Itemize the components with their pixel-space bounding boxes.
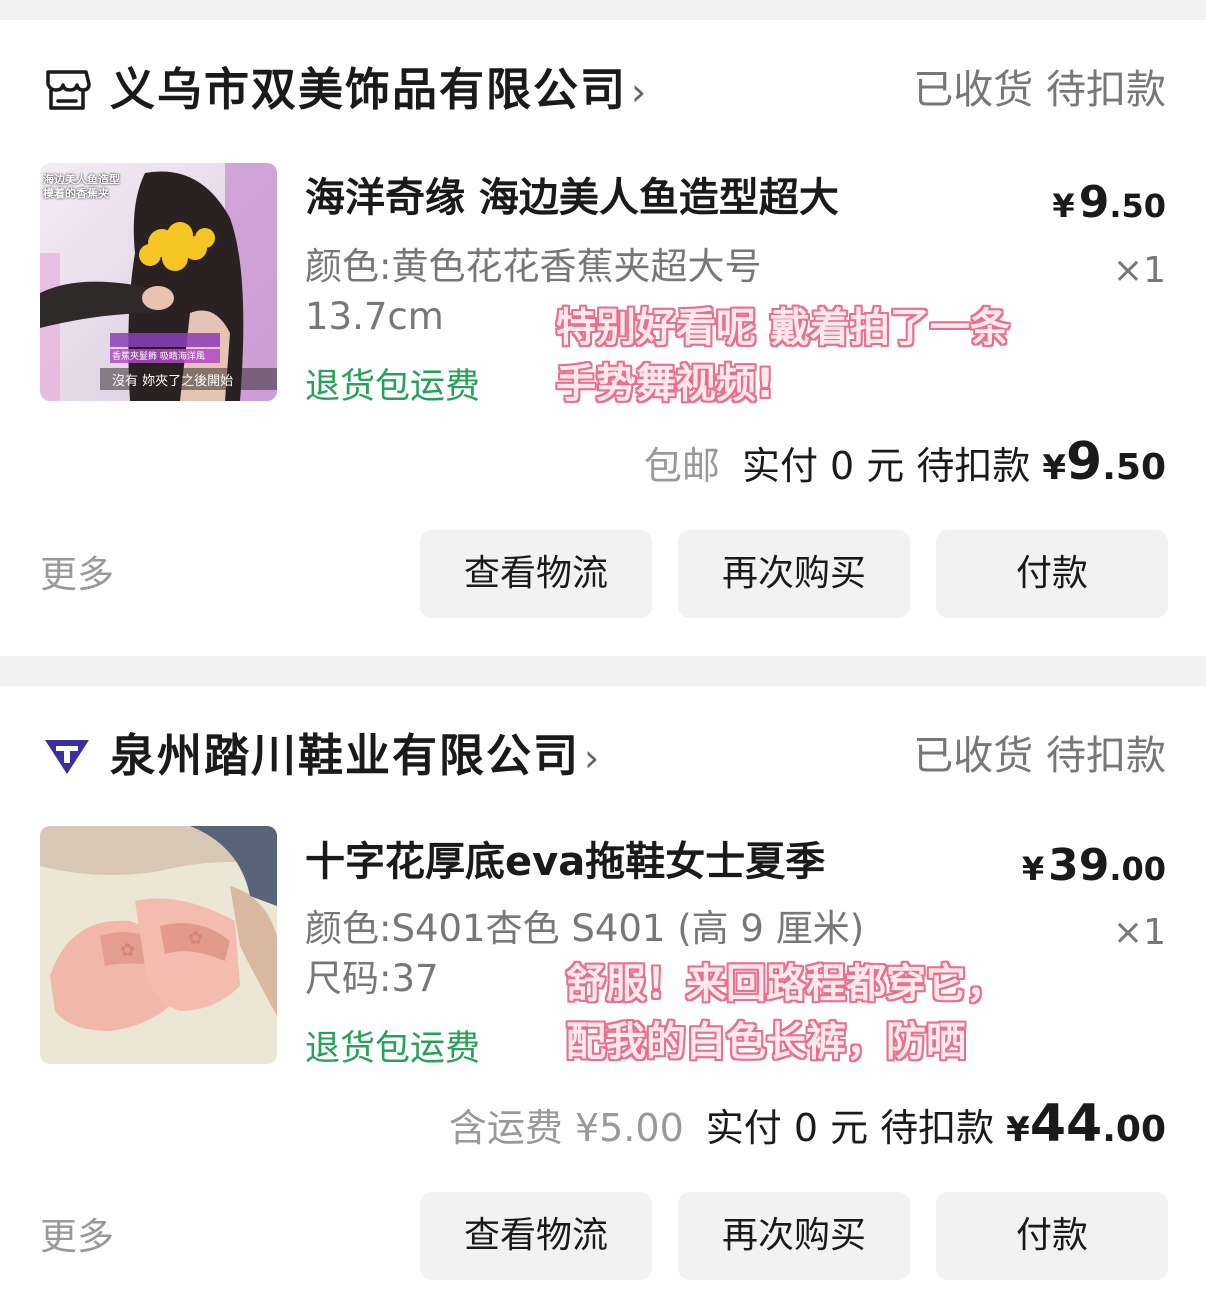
svg-text:✿: ✿ <box>188 928 203 949</box>
quantity: ×1 <box>1112 912 1166 953</box>
view-logistics-button[interactable]: 查看物流 <box>420 530 652 618</box>
order-status: 已收货 待扣款 <box>913 733 1166 779</box>
more-link[interactable]: 更多 <box>40 550 114 600</box>
view-logistics-button[interactable]: 查看物流 <box>420 1192 652 1280</box>
pay-button[interactable]: 付款 <box>936 530 1168 618</box>
annotation-text: 配我的白色长裤，防晒 <box>566 1019 966 1065</box>
product-image[interactable]: 海边美人鱼造型 模着的香蕉夹 香蕉夾髮飾 吸睛海洋風 沒有 妳夾了之後開始 <box>40 163 277 401</box>
more-link[interactable]: 更多 <box>40 1212 114 1262</box>
product-spec: 尺码:37 <box>305 957 439 1000</box>
svg-text:✿: ✿ <box>120 940 135 961</box>
thumb-caption: 模着的香蕉夹 <box>43 187 109 200</box>
buy-again-button[interactable]: 再次购买 <box>678 530 910 618</box>
shipping-note: 含运费 ¥5.00 <box>448 1106 684 1150</box>
shop-name-link[interactable]: 泉州踏川鞋业有限公司 › <box>110 728 601 786</box>
quantity: ×1 <box>1112 250 1166 291</box>
unit-price: ¥9.50 <box>1052 177 1166 228</box>
shipping-note: 包邮 <box>643 444 720 488</box>
chevron-right-icon: › <box>631 70 649 114</box>
brand-logo-icon[interactable] <box>42 730 92 780</box>
buy-again-button[interactable]: 再次购买 <box>678 1192 910 1280</box>
product-title[interactable]: 海洋奇缘 海边美人鱼造型超大 <box>305 170 839 226</box>
thumb-caption: 香蕉夾髮飾 吸睛海洋風 <box>112 352 205 362</box>
thumb-caption: 海边美人鱼造型 <box>43 173 120 186</box>
refund-tag: 退货包运费 <box>305 367 481 407</box>
shop-name-link[interactable]: 义乌市双美饰品有限公司 › <box>110 62 648 120</box>
unit-price: ¥39.00 <box>1021 840 1166 891</box>
product-title[interactable]: 十字花厚底eva拖鞋女士夏季 <box>305 834 825 890</box>
product-image[interactable]: ✿ ✿ <box>40 826 277 1064</box>
store-icon[interactable] <box>42 64 92 114</box>
product-spec: 颜色:黄色花花香蕉夹超大号 <box>305 245 762 288</box>
order-total: 含运费 ¥5.00 实付 0 元 待扣款 ¥44.00 <box>448 1094 1166 1154</box>
refund-tag: 退货包运费 <box>305 1029 481 1069</box>
annotation-text: 手势舞视频! <box>556 361 775 407</box>
order-card: 义乌市双美饰品有限公司 › 已收货 待扣款 海边美人鱼造型 模着的香蕉夹 香蕉夾… <box>0 20 1206 656</box>
chevron-right-icon: › <box>584 736 602 780</box>
annotation-text: 舒服！来回路程都穿它， <box>566 961 1006 1007</box>
annotation-text: 特别好看呢 戴着拍了一条 <box>556 305 1010 351</box>
order-total: 包邮 实付 0 元 待扣款 ¥9.50 <box>643 432 1166 492</box>
product-spec: 颜色:S401杏色 S401 (高 9 厘米) <box>305 907 865 950</box>
order-status: 已收货 待扣款 <box>913 67 1166 113</box>
thumb-caption: 沒有 妳夾了之後開始 <box>112 374 234 389</box>
order-card: 泉州踏川鞋业有限公司 › 已收货 待扣款 ✿ ✿ 十字花厚底eva拖鞋女士夏季 ¥… <box>0 686 1206 1294</box>
pay-button[interactable]: 付款 <box>936 1192 1168 1280</box>
product-spec: 13.7cm <box>305 295 444 338</box>
